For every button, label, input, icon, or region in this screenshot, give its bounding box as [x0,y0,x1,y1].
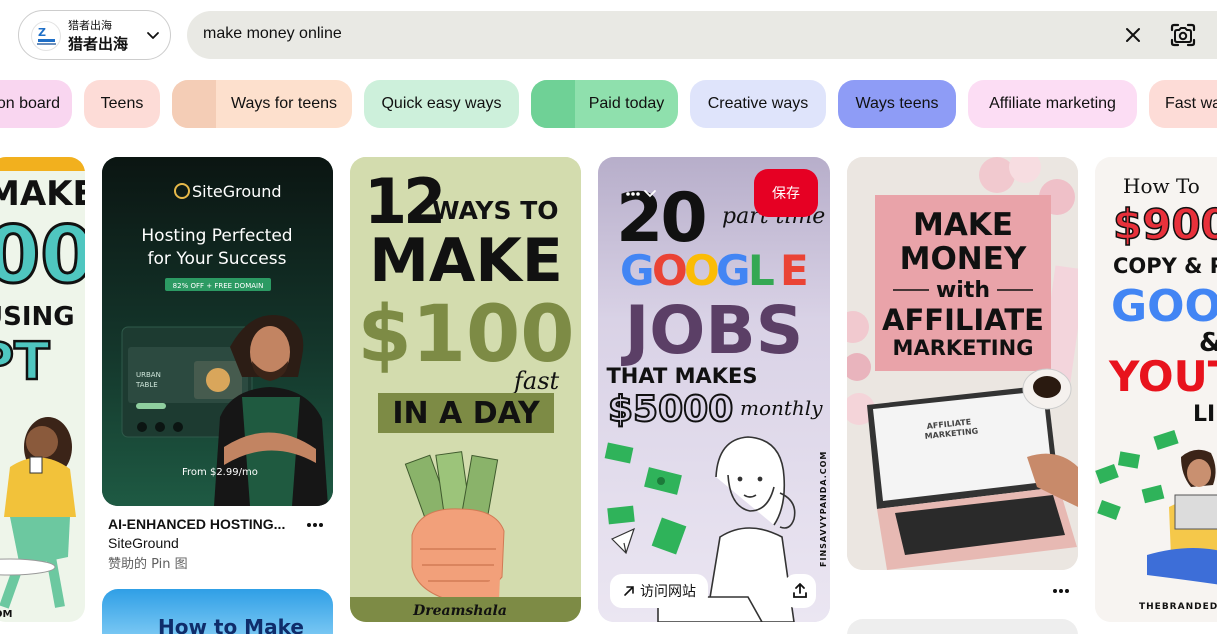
pin-next-placeholder[interactable] [847,619,1078,634]
search-input[interactable]: make money online [203,25,342,43]
pin-menu-button[interactable] [624,187,660,201]
pin-copy-paste-google-youtube[interactable]: How To $900 COPY & P GOO & YOUT LIN THEB… [1095,157,1217,622]
pin-image: SiteGround Hosting Perfected for Your Su… [102,157,333,506]
google-letter: L [748,246,775,295]
pin-text-line: COPY & P [1113,254,1217,278]
siteground-price: From $2.99/mo [182,467,258,478]
pin-text-line: YOUT [1108,352,1217,401]
arrow-up-right-icon [624,586,634,596]
pin-image: MAKE 00 USING PT OM [0,157,85,620]
account-top-label: 猎者出海 [68,19,112,32]
google-wordmark: GOOGL E [620,246,809,295]
more-dots-icon [626,190,656,198]
pin-text-amount: $900 [1113,200,1217,249]
pin-footer: Dreamshala [412,603,507,619]
promoted-label: 赞助的 Pin 图 [108,557,188,572]
pin-image: 20 part time GOOGLE JOBS THAT MAKES $500… [598,157,830,622]
siteground-headline: Hosting Perfected [141,226,292,246]
account-switcher[interactable]: Z 猎者出海 猎者出海 [18,10,171,60]
pin-headline: How to Make [158,615,304,634]
pin-affiliate-marketing[interactable]: MAKE MONEY with AFFILIATE MARKETING AFFI… [847,157,1078,570]
pin-footer: THEBRANDED [1139,602,1217,612]
chip-paid-today[interactable]: Paid today [531,80,678,128]
save-button[interactable]: 保存 [754,169,818,217]
pin-text-line: MAKE [913,207,1013,243]
pin-text-line: How To [1123,174,1200,198]
account-name: 猎者出海 [68,35,129,53]
pin-12-ways-make-100[interactable]: 12 WAYS TO MAKE $100 fast IN A DAY Dream… [350,157,581,622]
chip-fast-ways[interactable]: Fast wa [1149,80,1217,128]
pin-text-line: fast [512,367,560,395]
search-suggestion-chips: on board Teens Ways for teens Quick easy… [0,80,1217,128]
chip-ways-teens[interactable]: Ways teens [838,80,956,128]
pin-text-line: IN A DAY [392,396,541,431]
pin-text-line: monthly [740,396,823,420]
pin-text-line: USING [0,302,75,332]
pin-watermark: FINSAVVYPANDA.COM [819,451,828,567]
siteground-headline: for Your Success [148,249,287,269]
pin-make-money-chatgpt[interactable]: MAKE 00 USING PT OM [0,157,85,622]
google-letter: E [780,246,809,295]
close-icon[interactable] [1122,24,1144,46]
camera-lens-icon[interactable] [1169,22,1197,48]
siteground-mock-text: TABLE [135,381,158,389]
account-logo: Z [31,21,61,51]
chip-thumbnail [172,80,216,128]
chip-creative-ways[interactable]: Creative ways [690,80,826,128]
pin-text-line: GOO [1111,281,1217,332]
chevron-down-icon [147,32,159,39]
google-letter: O [652,246,688,295]
pin-20-google-jobs[interactable]: 20 part time GOOGLE JOBS THAT MAKES $500… [598,157,830,622]
pin-text-line: WAYS TO [432,196,559,225]
google-letter: G [716,246,750,295]
chip-thumbnail [531,80,575,128]
chip-ways-for-teens[interactable]: Ways for teens [172,80,352,128]
account-logo-glyph: Z [38,26,46,39]
pin-text-line: 00 [0,211,85,301]
share-button[interactable] [784,574,816,608]
search-bar[interactable]: make money online [187,11,1217,59]
pin-text-line: JOBS [621,292,804,369]
more-dots-icon[interactable] [305,520,325,530]
pin-title[interactable]: AI-ENHANCED HOSTING... [108,516,285,532]
chip-on-board[interactable]: on board [0,80,72,128]
pin-text-line: PT [0,332,50,392]
pin-image: 12 WAYS TO MAKE $100 fast IN A DAY Dream… [350,157,581,622]
pin-text-line: THAT MAKES [606,364,757,388]
top-header: Z 猎者出海 猎者出海 make money online [0,0,1217,72]
pin-text-line: LIN [1193,402,1217,427]
pin-text-line: MONEY [900,241,1027,277]
pin-text-line: with [936,278,990,303]
pin-text-line: MAKE [0,174,85,214]
pin-how-to-make[interactable]: How to Make [102,589,333,634]
google-letter: G [620,246,654,295]
siteground-mock-text: URBAN [136,371,161,379]
visit-site-button[interactable]: 访问网站 [610,574,708,608]
pin-footer: OM [0,609,13,620]
pin-text-amount: $5000 [608,389,733,430]
more-dots-icon[interactable] [1051,586,1071,596]
pin-image: How To $900 COPY & P GOO & YOUT LIN THEB… [1095,157,1217,622]
pin-image: MAKE MONEY with AFFILIATE MARKETING AFFI… [847,157,1078,570]
pin-siteground-ad[interactable]: SiteGround Hosting Perfected for Your Su… [102,157,333,506]
siteground-promo-badge: 82% OFF + FREE DOMAIN [173,282,264,290]
chip-quick-easy-ways[interactable]: Quick easy ways [364,80,519,128]
google-letter: O [684,246,720,295]
chip-teens[interactable]: Teens [84,80,160,128]
pin-source[interactable]: SiteGround [108,535,179,551]
share-upload-icon [793,583,807,598]
pin-text-line: MARKETING [893,336,1034,360]
chip-affiliate-marketing[interactable]: Affiliate marketing [968,80,1137,128]
pin-text-line: MAKE [369,226,563,296]
siteground-brand: SiteGround [192,182,282,201]
pin-text-line: AFFILIATE [882,303,1044,337]
